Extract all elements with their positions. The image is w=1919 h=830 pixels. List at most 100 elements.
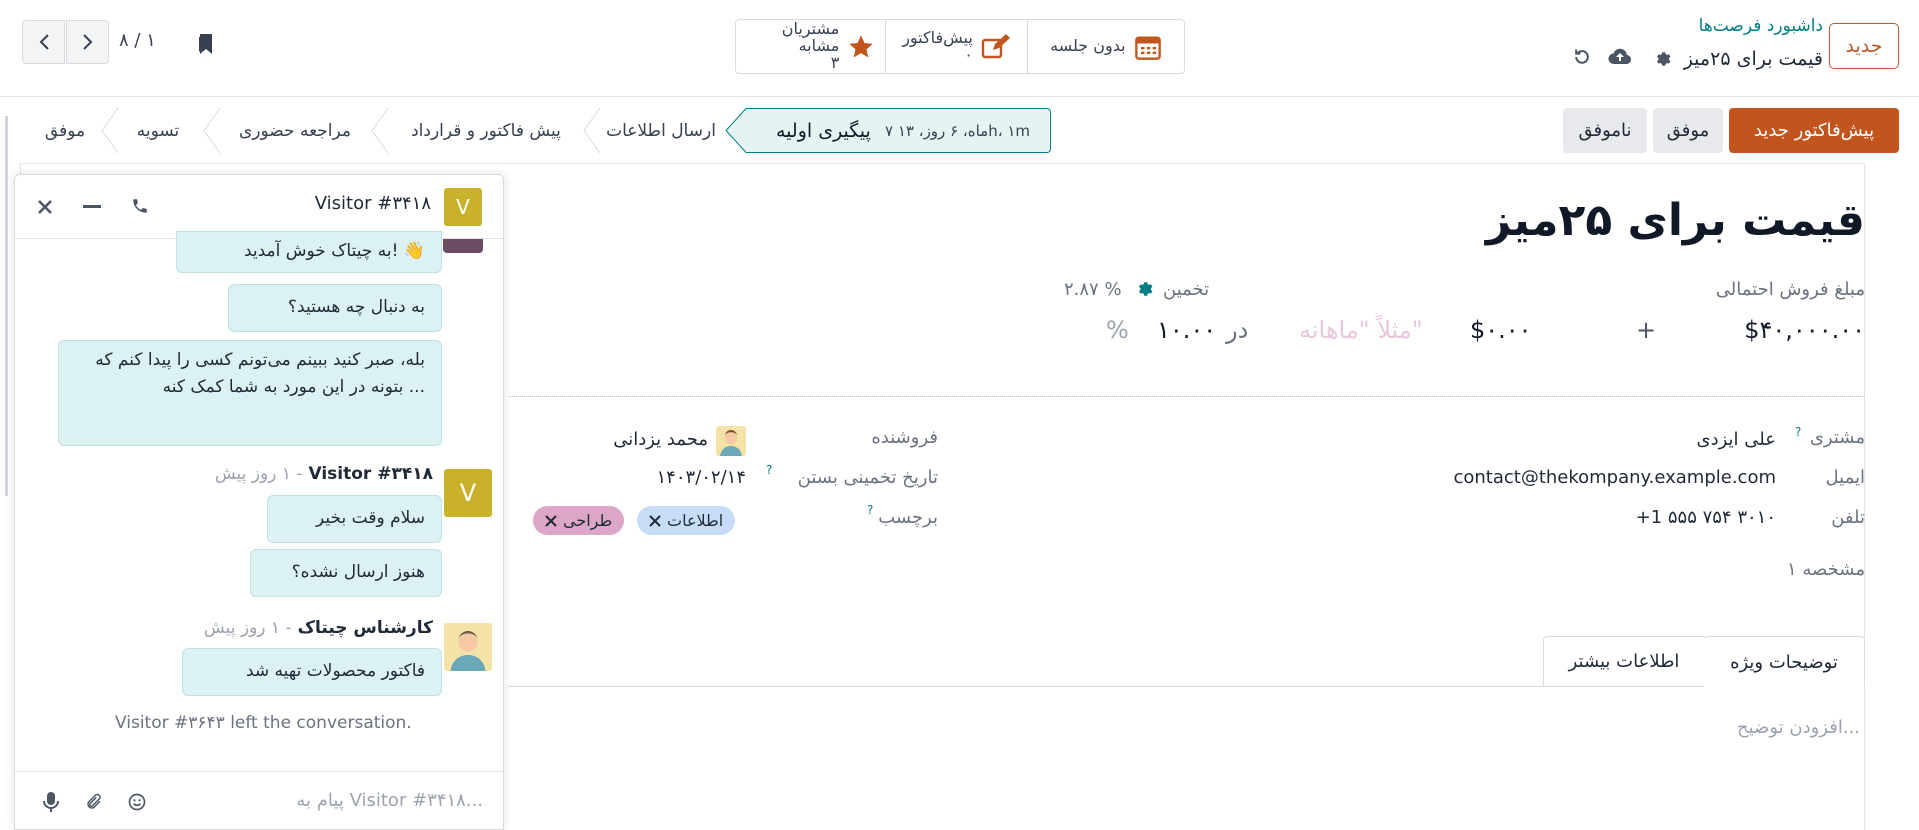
previous-record-button[interactable] <box>22 20 65 64</box>
new-quotation-button[interactable]: پیش‌فاکتور جدید <box>1729 108 1899 153</box>
stage-qualification-label: پیگیری اولیه <box>776 119 871 142</box>
next-record-button[interactable] <box>66 20 109 64</box>
at-label: در <box>1226 316 1249 344</box>
help-tooltip[interactable]: ? <box>867 503 873 517</box>
chat-header: V Visitor #۳۴۱۸ <box>15 175 503 239</box>
gear-icon[interactable] <box>1135 280 1153 298</box>
visitor-avatar: V <box>444 469 492 517</box>
close-icon[interactable] <box>37 199 53 215</box>
quotations-label: پیش‌فاکتور <box>902 27 973 47</box>
stage-qualification[interactable]: پیگیری اولیه ۷ ماه، ۶ روز، ۱۳h، ۱m <box>746 108 1051 153</box>
message-author: کارشناس چیتاک <box>297 618 433 638</box>
discard-icon[interactable] <box>1572 47 1592 67</box>
close-icon[interactable] <box>649 514 661 527</box>
message-meta: Visitor #۳۴۱۸ - ۱ روز پیش <box>215 464 433 484</box>
edit-icon <box>981 33 1011 60</box>
quotations-count: ۰ <box>964 44 973 64</box>
notes-editor[interactable]: افزودن توضیح... <box>1737 717 1860 738</box>
avatar <box>716 426 746 456</box>
expected-revenue-value[interactable]: $۴۰,۰۰۰.۰۰ <box>1744 316 1865 344</box>
gear-icon[interactable] <box>1653 50 1671 68</box>
emoji-icon[interactable] <box>127 792 147 812</box>
calendar-icon <box>1134 33 1162 61</box>
probability-label: تخمین <box>1163 279 1210 300</box>
message-time: - ۱ روز پیش <box>203 618 292 638</box>
chat-message: سلام وقت بخیر <box>267 495 442 543</box>
mark-lost-button[interactable]: ناموفق <box>1563 108 1647 153</box>
plus-sign: + <box>1636 316 1657 344</box>
system-note: Visitor #۳۶۴۳ left the conversation. <box>115 713 412 733</box>
stage-quote-contract[interactable]: پیش فاکتور و قرارداد <box>390 108 582 153</box>
probability-input[interactable]: ۱۰.۰۰ <box>1157 316 1216 344</box>
microphone-icon[interactable] <box>43 791 59 813</box>
chat-composer: پیام به Visitor #۳۴۱۸... <box>15 771 503 829</box>
stage-separator <box>583 108 601 153</box>
stage-send-info[interactable]: ارسال اطلاعات <box>602 108 720 153</box>
salesperson-value[interactable]: محمد یزدانی <box>613 429 708 450</box>
salesperson-label: فروشنده <box>871 427 938 448</box>
customer-value[interactable]: علی ایزدی <box>1697 429 1776 450</box>
help-tooltip[interactable]: ? <box>1795 425 1801 439</box>
phone-icon[interactable] <box>131 197 149 215</box>
email-value[interactable]: contact@thekompany.example.com <box>1453 467 1776 488</box>
tab-extra-info[interactable]: اطلاعات بیشتر <box>1543 636 1704 686</box>
mark-won-button[interactable]: موفق <box>1653 108 1723 153</box>
minimize-icon[interactable] <box>83 205 101 209</box>
breadcrumb-current: قیمت برای ۲۵میز <box>1683 48 1823 70</box>
recurring-plan-input[interactable]: مثلاً "ماهانه" <box>1299 316 1423 344</box>
quotations-button[interactable]: پیش‌فاکتور ۰ <box>885 20 1026 73</box>
stage-visit[interactable]: مراجعه حضوری <box>225 108 365 153</box>
smart-buttons: مشتریان مشابه ۳ پیش‌فاکتور ۰ بدون جلسه <box>735 19 1185 74</box>
attachment-icon[interactable] <box>85 792 103 812</box>
deadline-label: تاریخ تخمینی بستن <box>797 467 938 488</box>
chat-title[interactable]: Visitor #۳۴۱۸ <box>315 193 431 214</box>
meetings-button[interactable]: بدون جلسه <box>1026 20 1184 73</box>
stage-separator <box>101 108 119 153</box>
close-icon[interactable] <box>545 514 557 527</box>
phone-value[interactable]: +1 ۵۵۵ ۷۵۴ ۳۰۱۰ <box>1636 507 1776 528</box>
scrollbar[interactable] <box>5 116 8 496</box>
chevron-right-icon <box>82 33 94 51</box>
tags-label: برچسب <box>878 507 938 528</box>
opportunity-title[interactable]: قیمت برای ۲۵میز <box>1486 195 1865 246</box>
similar-customers-count: ۳ <box>830 52 840 72</box>
probability-value: ۲.۸۷ % <box>1064 279 1122 300</box>
control-panel: جدید داشبورد فرصت‌ها قیمت برای ۲۵میز مشت… <box>0 0 1919 97</box>
cloud-upload-icon[interactable] <box>1608 47 1632 67</box>
chat-message: بله، صبر کنید ببینم می‌تونم کسی را پیدا … <box>58 340 442 446</box>
tag-label: اطلاعات <box>667 511 724 530</box>
star-icon <box>847 33 875 61</box>
similar-customers-label: مشتریان مشابه <box>781 19 840 56</box>
bookmark-icon[interactable] <box>195 32 215 56</box>
visitor-avatar: V <box>444 188 482 226</box>
pager-value[interactable]: ۸ / ۱ <box>119 30 156 51</box>
chat-window: V Visitor #۳۴۱۸ به چیتاک خوش آمدید! 👋 به… <box>14 174 504 830</box>
stage-duration: ۷ ماه، ۶ روز، ۱۳h، ۱m <box>885 121 1030 140</box>
tag-chip[interactable]: طراحی <box>533 506 625 535</box>
tab-divider <box>508 686 1865 687</box>
tag-chip[interactable]: اطلاعات <box>637 506 736 535</box>
tab-internal-notes[interactable]: توضیحات ویژه <box>1703 636 1865 687</box>
breadcrumb-parent-link[interactable]: داشبورد فرصت‌ها <box>1699 16 1823 36</box>
similar-customers-button[interactable]: مشتریان مشابه ۳ <box>736 20 885 73</box>
chat-message-input[interactable]: پیام به Visitor #۳۴۱۸... <box>296 790 483 811</box>
recurring-revenue-value[interactable]: $۰.۰۰ <box>1470 316 1532 344</box>
stage-won[interactable]: موفق <box>40 108 90 153</box>
new-record-button[interactable]: جدید <box>1829 23 1899 69</box>
chat-message: به دنبال چه هستید؟ <box>228 284 442 332</box>
meetings-label: بدون جلسه <box>1050 36 1126 56</box>
chat-message: به چیتاک خوش آمدید! 👋 <box>176 231 442 273</box>
avatar <box>443 239 483 253</box>
agent-avatar <box>444 623 492 671</box>
expected-revenue-label: مبلغ فروش احتمالی <box>1715 279 1865 300</box>
tag-label: طراحی <box>563 511 613 530</box>
chevron-left-icon <box>38 33 50 51</box>
property-label: مشخصه ۱ <box>1787 559 1865 580</box>
email-label: ایمیل <box>1825 467 1865 488</box>
message-time: - ۱ روز پیش <box>214 464 303 484</box>
help-tooltip[interactable]: ? <box>766 463 772 477</box>
percent-sign: % <box>1106 316 1129 344</box>
deadline-value[interactable]: ۱۴۰۳/۰۲/۱۴ <box>657 467 746 488</box>
message-meta: کارشناس چیتاک - ۱ روز پیش <box>204 618 433 638</box>
stage-settlement[interactable]: تسویه <box>128 108 188 153</box>
